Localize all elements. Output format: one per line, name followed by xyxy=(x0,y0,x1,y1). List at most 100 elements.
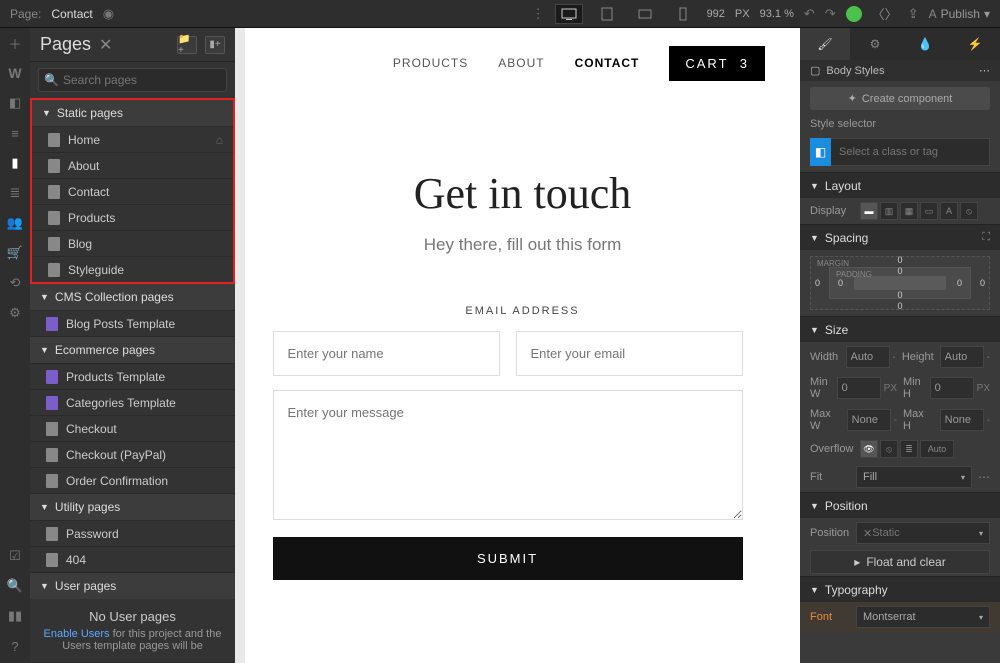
search-input[interactable] xyxy=(38,68,227,92)
maxw-input[interactable] xyxy=(847,409,891,431)
page-item[interactable]: Products Template xyxy=(30,363,235,389)
layout-section-header[interactable]: ▼Layout xyxy=(800,172,1000,198)
user-pages-header[interactable]: ▼User pages xyxy=(30,573,235,599)
page-item[interactable]: Blog Posts Template xyxy=(30,310,235,336)
float-clear-button[interactable]: ▸ Float and clear xyxy=(810,550,990,574)
effects-tab-icon[interactable]: ⚡ xyxy=(950,28,1000,60)
users-icon[interactable]: 👥 xyxy=(6,214,24,232)
device-tablet-landscape-icon[interactable] xyxy=(631,4,659,24)
redo-icon[interactable]: ↷ xyxy=(825,6,836,22)
page-item[interactable]: Order Confirmation xyxy=(30,467,235,493)
device-tablet-icon[interactable] xyxy=(593,4,621,24)
page-item[interactable]: Categories Template xyxy=(30,389,235,415)
left-rail: ＋ W ◧ ≡ ▮ ≣ 👥 🛒 ⟲ ⚙ ☑ 🔍 ▮▮ ? xyxy=(0,28,30,663)
export-icon[interactable]: ⇪ xyxy=(908,6,919,22)
typography-section-header[interactable]: ▼Typography xyxy=(800,576,1000,602)
spacing-expand-icon[interactable]: ⛶ xyxy=(982,231,990,244)
name-field[interactable] xyxy=(273,331,500,376)
fit-more-icon[interactable]: ⋯ xyxy=(978,470,990,484)
page-item[interactable]: Styleguide xyxy=(32,256,233,282)
new-page-button[interactable]: ▮+ xyxy=(205,36,225,54)
selector-input[interactable] xyxy=(831,138,990,166)
video-icon[interactable]: ▮▮ xyxy=(6,607,24,625)
eye-icon[interactable]: ◉ xyxy=(103,6,114,22)
add-icon[interactable]: ＋ xyxy=(6,34,24,52)
status-ok-icon[interactable] xyxy=(846,6,862,22)
submit-button[interactable]: SUBMIT xyxy=(273,537,743,580)
page-item[interactable]: Checkout xyxy=(30,415,235,441)
search-icon[interactable]: 🔍 xyxy=(6,577,24,595)
display-flex-icon[interactable]: ▥ xyxy=(880,202,898,220)
page-item[interactable]: Password xyxy=(30,520,235,546)
cube-icon[interactable]: ◧ xyxy=(6,94,24,112)
message-field[interactable] xyxy=(273,390,743,520)
width-input[interactable] xyxy=(846,346,890,368)
utility-pages-header[interactable]: ▼Utility pages xyxy=(30,494,235,520)
minw-input[interactable] xyxy=(837,377,881,399)
device-desktop-icon[interactable] xyxy=(555,4,583,24)
nav-products[interactable]: PRODUCTS xyxy=(393,56,468,70)
minh-input[interactable] xyxy=(930,377,974,399)
font-select[interactable]: Montserrat▾ xyxy=(856,606,990,628)
settings-tab-icon[interactable]: ⚙ xyxy=(850,28,900,60)
nav-about[interactable]: ABOUT xyxy=(498,56,544,70)
page-item[interactable]: Home⌂ xyxy=(32,126,233,152)
style-tab-icon[interactable]: 🖌 xyxy=(800,28,850,60)
display-block-icon[interactable]: ▬ xyxy=(860,202,878,220)
layers-icon[interactable]: ≡ xyxy=(6,124,24,142)
create-component-button[interactable]: ✦ Create component xyxy=(810,87,990,110)
page-item[interactable]: Contact xyxy=(32,178,233,204)
canvas[interactable]: PRODUCTS ABOUT CONTACT CART 3 Get in tou… xyxy=(235,28,800,663)
more-icon[interactable]: ⋯ xyxy=(979,64,990,77)
display-inline-icon[interactable]: A xyxy=(940,202,958,220)
size-section-header[interactable]: ▼Size xyxy=(800,316,1000,342)
overflow-hidden-icon[interactable]: ⦸ xyxy=(880,440,898,458)
page-item[interactable]: Checkout (PayPal) xyxy=(30,441,235,467)
page-item[interactable]: About xyxy=(32,152,233,178)
position-select[interactable]: ✕ Static▾ xyxy=(856,522,990,544)
page-item[interactable]: Blog xyxy=(32,230,233,256)
style-panel: 🖌 ⚙ 💧 ⚡ ▢Body Styles⋯ ✦ Create component… xyxy=(800,28,1000,663)
page-item[interactable]: Products xyxy=(32,204,233,230)
email-field[interactable] xyxy=(516,331,743,376)
settings-icon[interactable]: ⚙ xyxy=(6,304,24,322)
ecommerce-icon[interactable]: 🛒 xyxy=(6,244,24,262)
current-page-name[interactable]: Contact xyxy=(51,7,92,21)
maxh-input[interactable] xyxy=(940,409,984,431)
device-mobile-icon[interactable] xyxy=(669,4,697,24)
height-input[interactable] xyxy=(940,346,984,368)
page-item-label: Styleguide xyxy=(68,263,124,277)
close-icon[interactable]: ✕ xyxy=(99,35,112,55)
undo-icon[interactable]: ↶ xyxy=(804,6,815,22)
nav-contact[interactable]: CONTACT xyxy=(575,56,640,70)
help-icon[interactable]: ? xyxy=(6,637,24,655)
position-section-header[interactable]: ▼Position xyxy=(800,492,1000,518)
spacing-editor[interactable]: MARGIN 0 0 0 0 PADDING 0 0 0 0 xyxy=(810,256,990,310)
display-none-icon[interactable]: ⦸ xyxy=(960,202,978,220)
cms-icon[interactable]: ≣ xyxy=(6,184,24,202)
overflow-scroll-icon[interactable]: ≣ xyxy=(900,440,918,458)
checkbox-icon[interactable]: ☑ xyxy=(6,547,24,565)
enable-users-link[interactable]: Enable Users xyxy=(44,628,110,640)
pages-icon[interactable]: ▮ xyxy=(6,154,24,172)
overflow-auto-button[interactable]: Auto xyxy=(920,440,954,458)
interactions-tab-icon[interactable]: 💧 xyxy=(900,28,950,60)
cms-pages-header[interactable]: ▼CMS Collection pages xyxy=(30,284,235,310)
publish-button[interactable]: APublish ▾ xyxy=(929,7,990,21)
w-logo-icon[interactable]: W xyxy=(6,64,24,82)
static-pages-header[interactable]: ▼Static pages xyxy=(32,100,233,126)
cart-button[interactable]: CART 3 xyxy=(669,46,765,81)
fit-select[interactable]: Fill▾ xyxy=(856,466,972,488)
spacing-section-header[interactable]: ▼Spacing⛶ xyxy=(800,224,1000,250)
display-grid-icon[interactable]: ▦ xyxy=(900,202,918,220)
display-inline-block-icon[interactable]: ▭ xyxy=(920,202,938,220)
ecom-pages-header[interactable]: ▼Ecommerce pages xyxy=(30,337,235,363)
overflow-visible-icon[interactable]: 👁 xyxy=(860,440,878,458)
code-icon[interactable]: 〈〉 xyxy=(872,4,898,23)
kebab-icon[interactable]: ⋮ xyxy=(532,6,545,22)
page-item[interactable]: 404 xyxy=(30,546,235,572)
selector-icon[interactable]: ◧ xyxy=(810,138,831,166)
new-folder-button[interactable]: 📁+ xyxy=(177,36,197,54)
assets-icon[interactable]: ⟲ xyxy=(6,274,24,292)
top-bar: Page: Contact ◉ ⋮ 992 PX 93.1 % ↶ ↷ 〈〉 ⇪… xyxy=(0,0,1000,28)
